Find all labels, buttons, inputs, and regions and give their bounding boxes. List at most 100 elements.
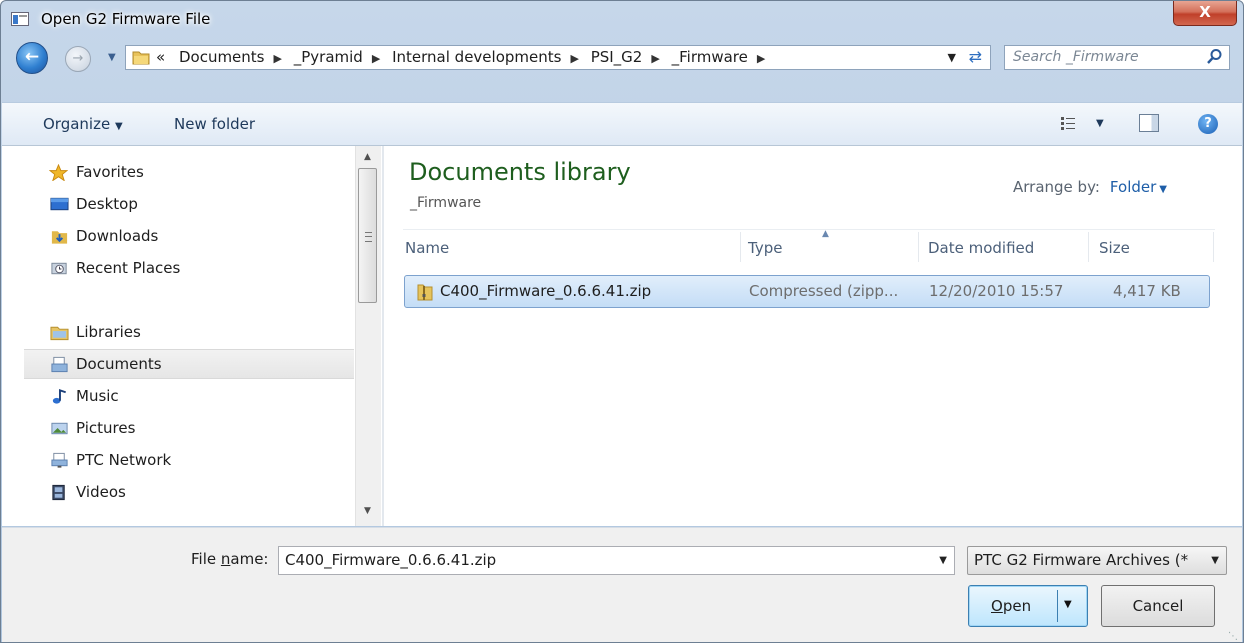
new-folder-button[interactable]: New folder — [174, 115, 255, 133]
nav-item-libraries[interactable]: Libraries — [2, 318, 354, 348]
breadcrumb-item[interactable]: _Firmware — [672, 48, 748, 66]
help-icon[interactable]: ? — [1198, 114, 1218, 134]
file-name-dropdown-icon[interactable]: ▼ — [939, 555, 947, 566]
nav-item-downloads[interactable]: Downloads — [2, 222, 354, 252]
nav-item-label: Music — [76, 387, 119, 405]
view-options-dropdown-icon[interactable]: ▼ — [1096, 118, 1104, 129]
documents-icon — [51, 356, 68, 373]
search-input[interactable]: Search _Firmware — [1004, 45, 1230, 70]
open-button[interactable]: Open ▼ — [968, 585, 1088, 627]
column-header-row: Name Type Date modified Size — [403, 229, 1215, 264]
file-list-pane: Documents library _Firmware Arrange by: F… — [384, 146, 1242, 526]
back-button[interactable]: ← — [16, 42, 48, 74]
chevron-down-icon: ▼ — [114, 121, 123, 132]
file-size: 4,417 KB — [1113, 282, 1181, 300]
change-view-icon[interactable] — [1060, 116, 1076, 132]
breadcrumb-chevron-icon[interactable]: ▶ — [651, 52, 659, 65]
recent-locations-dropdown-icon[interactable]: ▼ — [108, 52, 116, 63]
nav-item-desktop[interactable]: Desktop — [2, 190, 354, 220]
column-divider[interactable] — [1088, 232, 1089, 262]
file-type: Compressed (zipp... — [749, 282, 899, 300]
breadcrumb-item[interactable]: Internal developments — [392, 48, 561, 66]
scroll-up-icon[interactable]: ▲ — [364, 152, 371, 162]
command-toolbar: Organize ▼ New folder ▼ ? — [2, 102, 1242, 146]
arrange-by: Arrange by: Folder ▼ — [1013, 178, 1167, 196]
dialog-window-icon — [11, 12, 29, 26]
nav-item-favorites[interactable]: Favorites — [2, 158, 354, 188]
nav-item-label: Libraries — [76, 323, 141, 341]
nav-item-label: Recent Places — [76, 259, 181, 277]
breadcrumb-item[interactable]: Documents — [179, 48, 265, 66]
open-file-dialog: Open G2 Firmware File X ← → ▼ « Document… — [0, 0, 1244, 643]
column-header-name[interactable]: Name — [405, 239, 449, 257]
desktop-icon — [50, 197, 69, 211]
refresh-icon[interactable]: ⇄ — [969, 47, 982, 66]
file-row[interactable]: C400_Firmware_0.6.6.41.zip Compressed (z… — [404, 275, 1210, 308]
file-name-label: File name: — [191, 550, 268, 568]
file-type-filter-value: PTC G2 Firmware Archives (* — [974, 551, 1189, 569]
breadcrumb-chevron-icon[interactable]: ▶ — [757, 52, 765, 65]
nav-item-label: Downloads — [76, 227, 159, 245]
navigation-scrollbar[interactable]: ▲ ▼ — [355, 146, 381, 526]
close-button[interactable]: X — [1173, 1, 1237, 26]
nav-item-pictures[interactable]: Pictures — [2, 414, 354, 444]
column-divider[interactable] — [918, 232, 919, 262]
file-date-modified: 12/20/2010 15:57 — [929, 282, 1064, 300]
nav-item-recent-places[interactable]: Recent Places — [2, 254, 354, 284]
organize-label: Organize — [43, 115, 111, 133]
file-name-label-part: File — [191, 550, 221, 568]
file-name: C400_Firmware_0.6.6.41.zip — [440, 282, 652, 300]
navigation-pane: Favorites Desktop Downloads Recent Place… — [2, 146, 382, 526]
title-bar: Open G2 Firmware File X — [1, 1, 1243, 39]
cancel-button[interactable]: Cancel — [1101, 585, 1215, 627]
breadcrumb-item[interactable]: _Pyramid — [294, 48, 363, 66]
nav-item-label: Videos — [76, 483, 126, 501]
arrange-by-label: Arrange by: — [1013, 178, 1100, 196]
nav-item-documents[interactable]: Documents — [24, 349, 354, 379]
organize-menu[interactable]: Organize ▼ — [43, 115, 123, 133]
music-icon — [52, 389, 66, 404]
column-divider[interactable] — [1213, 232, 1214, 262]
scrollbar-grip-icon — [365, 232, 372, 242]
scrollbar-thumb[interactable] — [358, 168, 377, 303]
column-header-type[interactable]: Type — [748, 239, 782, 257]
preview-pane-icon[interactable] — [1139, 114, 1159, 132]
nav-item-label: Documents — [76, 355, 162, 373]
file-type-filter-select[interactable]: PTC G2 Firmware Archives (* ▼ — [967, 546, 1227, 575]
address-dropdown-icon[interactable]: ▼ — [948, 51, 956, 64]
breadcrumb: « Documents ▶ _Pyramid ▶ Internal developm… — [156, 48, 772, 66]
breadcrumb-chevron-icon[interactable]: ▶ — [274, 52, 282, 65]
nav-item-videos[interactable]: Videos — [2, 478, 354, 508]
column-divider[interactable] — [740, 232, 741, 262]
open-options-dropdown-icon[interactable]: ▼ — [1064, 599, 1072, 610]
arrange-by-dropdown[interactable]: Folder — [1110, 178, 1156, 196]
breadcrumb-item[interactable]: PSI_G2 — [591, 48, 643, 66]
nav-item-label: Pictures — [76, 419, 136, 437]
forward-arrow-icon: → — [72, 51, 84, 66]
recent-places-icon — [51, 262, 67, 275]
chevron-down-icon[interactable]: ▼ — [1211, 555, 1219, 566]
videos-icon — [52, 484, 65, 501]
file-name-field[interactable]: C400_Firmware_0.6.6.41.zip ▼ — [278, 546, 955, 575]
network-icon — [51, 452, 68, 468]
file-name-label-part: ame: — [230, 550, 269, 568]
column-header-size[interactable]: Size — [1099, 239, 1130, 257]
search-placeholder: Search _Firmware — [1013, 49, 1139, 65]
address-bar[interactable]: « Documents ▶ _Pyramid ▶ Internal developm… — [125, 45, 991, 70]
chevron-down-icon[interactable]: ▼ — [1159, 184, 1167, 195]
nav-item-ptc-network[interactable]: PTC Network — [2, 446, 354, 476]
search-icon[interactable] — [1206, 48, 1223, 65]
nav-item-music[interactable]: Music — [2, 382, 354, 412]
dialog-footer: File name: C400_Firmware_0.6.6.41.zip ▼ … — [2, 527, 1242, 642]
breadcrumb-chevron-icon[interactable]: ▶ — [372, 52, 380, 65]
breadcrumb-chevron-icon[interactable]: ▶ — [570, 52, 578, 65]
split-divider — [1057, 590, 1058, 622]
libraries-icon — [50, 326, 69, 341]
open-button-label: Open — [991, 597, 1031, 615]
scroll-down-icon[interactable]: ▼ — [364, 506, 371, 516]
breadcrumb-overflow[interactable]: « — [156, 48, 165, 66]
nav-item-label: PTC Network — [76, 451, 172, 469]
column-header-date-modified[interactable]: Date modified — [928, 239, 1034, 257]
resize-grip-icon[interactable]: ⋱ — [1228, 631, 1238, 642]
forward-button[interactable]: → — [65, 46, 91, 72]
